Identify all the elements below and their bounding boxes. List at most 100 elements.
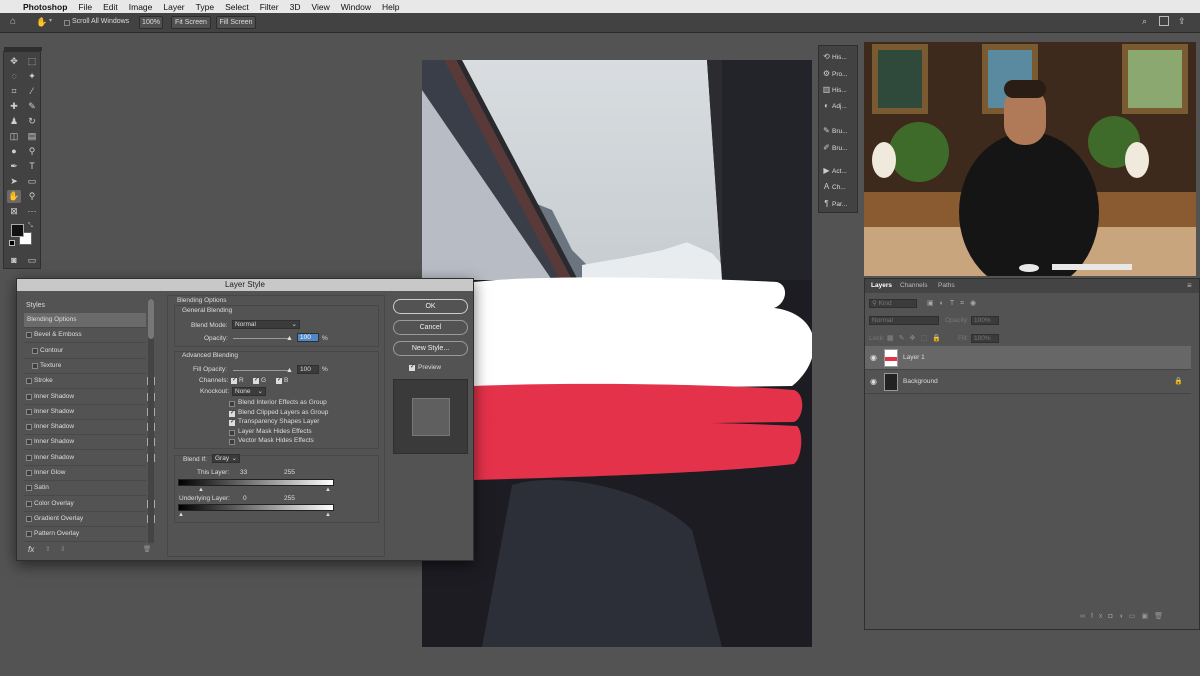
preview-checkbox[interactable] xyxy=(409,363,415,371)
style-checkbox[interactable] xyxy=(26,408,32,415)
magic-wand-tool-icon[interactable]: ✦ xyxy=(25,70,39,83)
panel-button-paragraph[interactable]: ¶ Par... xyxy=(821,198,847,210)
fill-screen-button[interactable]: Fill Screen xyxy=(216,16,256,29)
menu-type[interactable]: Type xyxy=(196,2,214,12)
channel-b-checkbox[interactable] xyxy=(276,376,282,384)
menu-window[interactable]: Window xyxy=(341,2,371,12)
fill-opacity-slider-handle[interactable]: ▲ xyxy=(286,367,293,374)
underlying-high-handle[interactable]: ▲ xyxy=(325,512,331,518)
style-item[interactable]: Blending Options xyxy=(24,313,146,328)
tab-channels[interactable]: Channels xyxy=(900,279,927,293)
tab-paths[interactable]: Paths xyxy=(938,279,955,293)
opacity-field[interactable]: 100 xyxy=(297,333,319,342)
blur-tool-icon[interactable]: ● xyxy=(7,145,21,158)
style-item[interactable]: Inner Shadow+ xyxy=(24,390,155,405)
lock-icons[interactable]: ▦✎✥⬚🔒 xyxy=(887,334,946,342)
style-item[interactable]: Inner Shadow+ xyxy=(24,451,155,466)
pen-tool-icon[interactable]: ✒ xyxy=(7,160,21,173)
opacity-slider-handle[interactable]: ▲ xyxy=(286,335,293,342)
layer-row[interactable]: ◉ Layer 1 xyxy=(865,346,1191,370)
menu-view[interactable]: View xyxy=(311,2,329,12)
quick-mask-icon[interactable]: ◙ xyxy=(7,254,21,267)
blend-if-select[interactable]: Gray ⌄ xyxy=(212,454,240,463)
style-item[interactable]: Stroke+ xyxy=(24,374,155,390)
style-item[interactable]: Gradient Overlay+ xyxy=(24,512,155,527)
swap-colors-icon[interactable]: ⤡ xyxy=(28,223,33,230)
tool-preset-chevron-icon[interactable]: ▾ xyxy=(49,17,52,24)
style-item[interactable]: Inner Shadow+ xyxy=(24,405,155,420)
advanced-option-checkbox[interactable] xyxy=(229,401,235,407)
clone-stamp-tool-icon[interactable]: ♟ xyxy=(7,115,21,128)
style-item[interactable]: Color Overlay+ xyxy=(24,497,155,512)
layer-filter-icons[interactable]: ▣◐T⌗◉ xyxy=(927,299,1007,308)
advanced-option-checkbox[interactable] xyxy=(229,429,235,436)
style-item[interactable]: Contour xyxy=(24,344,146,359)
rectangle-tool-icon[interactable]: ▭ xyxy=(25,175,39,188)
zoom-100-button[interactable]: 100% xyxy=(139,16,163,29)
fit-screen-button[interactable]: Fit Screen xyxy=(171,16,211,29)
this-layer-high-handle[interactable]: ▲ xyxy=(325,487,331,493)
styles-scrollbar-thumb[interactable] xyxy=(148,299,154,339)
fx-icon[interactable]: fx xyxy=(28,545,34,554)
foreground-color-swatch-front[interactable] xyxy=(11,224,24,237)
blend-mode-select[interactable]: Normal ⌄ xyxy=(232,320,300,329)
layer-row[interactable]: ◉ Background 🔒 xyxy=(865,370,1191,394)
scroll-all-windows-checkbox[interactable] xyxy=(64,20,70,26)
fill-field[interactable]: 100% xyxy=(971,334,999,343)
default-colors-icon[interactable] xyxy=(9,240,15,246)
lasso-tool-icon[interactable]: ◌ xyxy=(7,70,21,83)
advanced-option-checkbox[interactable] xyxy=(229,409,235,417)
zoom-tool-icon[interactable]: ⚲ xyxy=(25,190,39,203)
move-down-icon[interactable]: ⇩ xyxy=(60,545,65,553)
ok-button[interactable]: OK xyxy=(393,299,468,314)
eye-icon[interactable]: ◉ xyxy=(870,353,877,362)
dialog-title[interactable]: Layer Style xyxy=(17,279,473,291)
style-item[interactable]: Inner Shadow+ xyxy=(24,420,155,436)
style-checkbox[interactable] xyxy=(32,362,38,369)
channel-g-checkbox[interactable] xyxy=(253,376,259,384)
style-checkbox[interactable] xyxy=(26,454,32,461)
style-checkbox[interactable] xyxy=(26,393,32,400)
menu-select[interactable]: Select xyxy=(225,2,249,12)
this-layer-gradient-slider[interactable] xyxy=(178,479,334,486)
style-checkbox[interactable] xyxy=(26,378,32,385)
underlying-gradient-slider[interactable] xyxy=(178,504,334,511)
crop-tool-icon[interactable]: ⌗ xyxy=(7,85,21,98)
gradient-tool-icon[interactable]: ▤ xyxy=(25,130,39,143)
history-brush-tool-icon[interactable]: ↻ xyxy=(25,115,39,128)
app-name-menu[interactable]: Photoshop xyxy=(23,2,67,12)
layers-footer-icons[interactable]: ∞fx◘◑▭▣🗑 xyxy=(1080,612,1195,624)
layer-name[interactable]: Layer 1 xyxy=(903,354,925,361)
healing-brush-tool-icon[interactable]: ✚ xyxy=(7,100,21,113)
path-selection-tool-icon[interactable]: ➤ xyxy=(7,175,21,188)
move-up-icon[interactable]: ⇧ xyxy=(45,545,50,553)
advanced-option-checkbox[interactable] xyxy=(229,439,235,445)
screen-mode-icon[interactable]: ▭ xyxy=(25,254,39,267)
panel-button-brush-settings[interactable]: ✐ Bru... xyxy=(821,142,847,154)
document-canvas[interactable] xyxy=(422,60,812,647)
layer-filter-kind-select[interactable]: ⚲ Kind xyxy=(869,299,917,308)
panel-button-history[interactable]: ⟲ His... xyxy=(821,51,847,63)
panel-button-adjustments[interactable]: ◐ Adj... xyxy=(821,100,847,112)
menu-edit[interactable]: Edit xyxy=(103,2,118,12)
frame-tool-icon[interactable]: ⊠ xyxy=(7,205,21,218)
underlying-low-handle[interactable]: ▲ xyxy=(178,512,184,518)
eye-icon[interactable]: ◉ xyxy=(870,377,877,386)
move-tool-icon[interactable]: ✥ xyxy=(7,55,21,68)
home-icon[interactable]: ⌂ xyxy=(10,16,22,28)
style-checkbox[interactable] xyxy=(26,470,32,476)
eraser-tool-icon[interactable]: ◫ xyxy=(7,130,21,143)
lock-icon[interactable]: 🔒 xyxy=(1174,377,1183,385)
layer-opacity-field[interactable]: 100% xyxy=(971,316,999,325)
workspace-icon[interactable] xyxy=(1159,16,1169,26)
marquee-tool-icon[interactable]: ⬚ xyxy=(25,55,39,68)
panel-button-actions[interactable]: ▶ Act... xyxy=(821,165,846,177)
type-tool-icon[interactable]: T xyxy=(25,160,39,173)
tools-panel-grip[interactable] xyxy=(4,47,42,51)
style-checkbox[interactable] xyxy=(32,347,38,354)
style-item[interactable]: Pattern Overlay xyxy=(24,527,146,543)
style-item[interactable]: Inner Glow xyxy=(24,466,146,481)
panel-menu-icon[interactable]: ≡ xyxy=(1187,281,1192,290)
menu-3d[interactable]: 3D xyxy=(290,2,301,12)
trash-icon[interactable]: 🗑 xyxy=(143,545,151,553)
